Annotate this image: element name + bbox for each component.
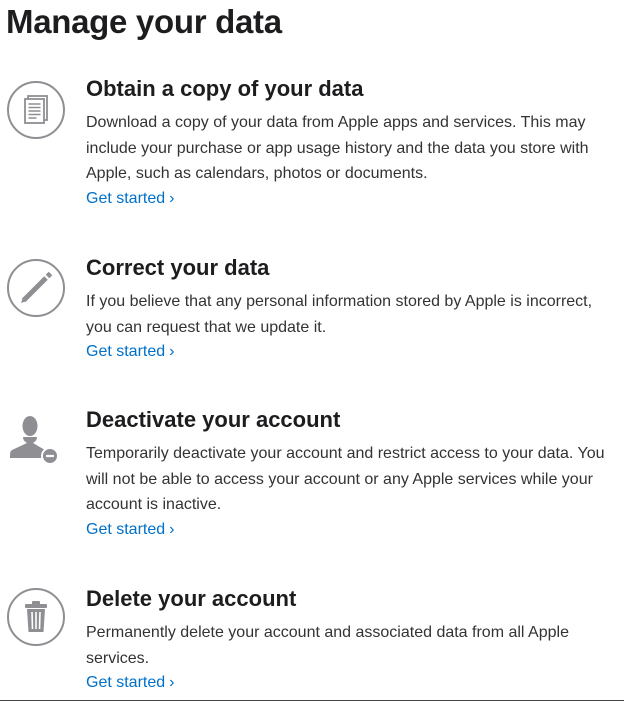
chevron-right-icon: ›: [169, 343, 175, 360]
chevron-right-icon: ›: [169, 674, 175, 691]
link-label: Get started: [86, 189, 166, 207]
link-label: Get started: [86, 520, 166, 538]
section-title: Deactivate your account: [86, 407, 341, 432]
trash-icon: [6, 587, 66, 647]
section-content: Delete your account Permanently delete y…: [86, 586, 618, 695]
page-title: Manage your data: [6, 3, 282, 40]
chevron-right-icon: ›: [169, 520, 175, 538]
section-title: Correct your data: [86, 255, 270, 280]
get-started-link-deactivate-account[interactable]: Get started ›: [86, 518, 174, 542]
pencil-icon: [6, 258, 66, 318]
section-description: Permanently delete your account and asso…: [86, 624, 569, 667]
link-label: Get started: [86, 343, 166, 360]
get-started-link-correct-data[interactable]: Get started ›: [86, 340, 174, 364]
section-title: Obtain a copy of your data: [86, 76, 364, 101]
section-description: Temporarily deactivate your account and …: [86, 445, 605, 513]
section-content: Deactivate your account Temporarily deac…: [86, 407, 618, 542]
chevron-right-icon: ›: [169, 189, 175, 207]
section-title: Delete your account: [86, 586, 297, 611]
section-content: Correct your data If you believe that an…: [86, 255, 618, 364]
section-content: Obtain a copy of your data Download a co…: [86, 76, 618, 211]
section-description: If you believe that any personal informa…: [86, 293, 593, 336]
user-remove-icon: [6, 410, 66, 470]
section-description: Download a copy of your data from Apple …: [86, 114, 589, 182]
link-label: Get started: [86, 674, 166, 691]
get-started-link-delete-account[interactable]: Get started ›: [86, 671, 174, 695]
get-started-link-obtain-copy[interactable]: Get started ›: [86, 187, 174, 211]
documents-icon: [6, 80, 66, 140]
